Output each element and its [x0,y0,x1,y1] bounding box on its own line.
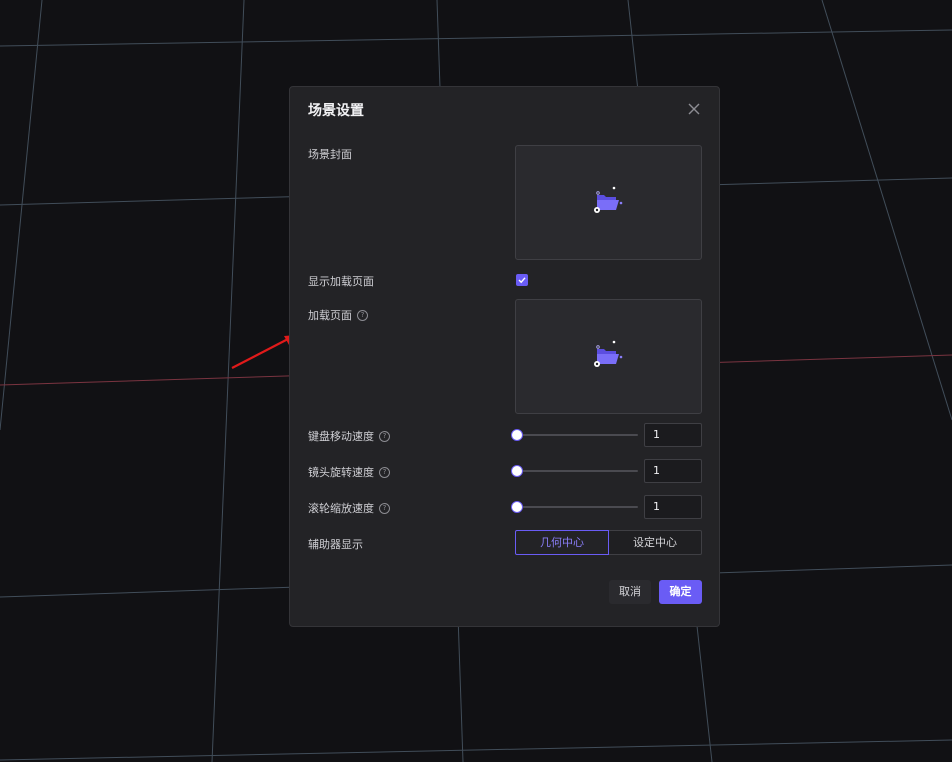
scene-settings-dialog: 场景设置 场景封面 显示加载页面 加载页面 ? 键盘移动速度 ? 1 镜头旋转速… [289,86,720,627]
camera-rotate-slider[interactable] [511,465,638,477]
help-icon[interactable]: ? [379,430,390,442]
confirm-button[interactable]: 确定 [659,580,702,604]
scene-cover-label: 场景封面 [308,146,352,162]
show-loading-label-text: 显示加载页面 [308,275,374,288]
show-loading-label: 显示加载页面 [308,273,374,289]
dialog-title: 场景设置 [308,103,364,119]
slider-track [516,434,638,436]
wheel-zoom-label: 滚轮缩放速度 ? [308,500,390,516]
slider-handle[interactable] [511,501,523,513]
check-icon [518,277,526,284]
help-icon[interactable]: ? [379,466,390,478]
camera-rotate-label-text: 镜头旋转速度 [308,466,374,479]
wheel-zoom-slider[interactable] [511,501,638,513]
scene-cover-label-text: 场景封面 [308,148,352,161]
slider-track [516,470,638,472]
wheel-zoom-input[interactable]: 1 [644,495,702,519]
help-icon[interactable]: ? [357,309,368,321]
helper-display-label: 辅助器显示 [308,536,363,552]
wheel-zoom-label-text: 滚轮缩放速度 [308,502,374,515]
helper-display-label-text: 辅助器显示 [308,538,363,551]
keyboard-speed-slider[interactable] [511,429,638,441]
scene-cover-upload[interactable] [515,145,702,260]
helper-display-toggle: 几何中心 设定中心 [515,530,702,555]
help-icon[interactable]: ? [379,502,390,514]
keyboard-speed-input[interactable]: 1 [644,423,702,447]
folder-upload-icon [594,186,623,213]
helper-option-custom-center[interactable]: 设定中心 [609,530,702,555]
camera-rotate-input[interactable]: 1 [644,459,702,483]
slider-track [516,506,638,508]
keyboard-speed-label-text: 键盘移动速度 [308,430,374,443]
cancel-button[interactable]: 取消 [609,580,651,604]
keyboard-speed-label: 键盘移动速度 ? [308,428,390,444]
show-loading-checkbox[interactable] [516,274,528,286]
loading-page-label-text: 加载页面 [308,309,352,322]
helper-option-geometric-center[interactable]: 几何中心 [515,530,609,555]
folder-upload-icon [594,340,623,367]
slider-handle[interactable] [511,465,523,477]
camera-rotate-label: 镜头旋转速度 ? [308,464,390,480]
loading-page-upload[interactable] [515,299,702,414]
loading-page-label: 加载页面 ? [308,307,368,323]
close-icon[interactable] [686,101,702,117]
slider-handle[interactable] [511,429,523,441]
